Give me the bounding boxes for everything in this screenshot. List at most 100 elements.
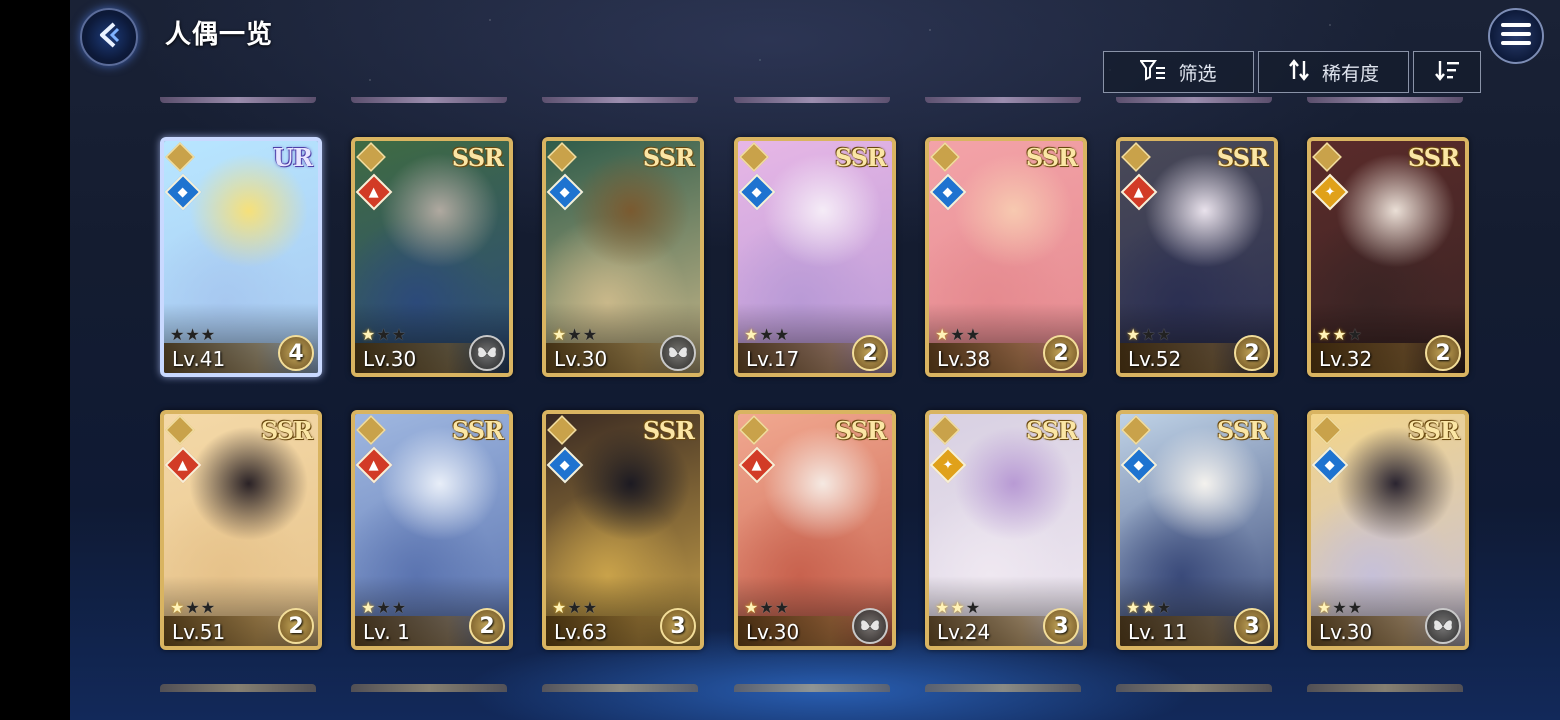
filter-label: 筛选 <box>1178 62 1217 85</box>
star-icon: ★ <box>965 598 982 617</box>
star-icon: ★ <box>965 325 982 344</box>
doll-card[interactable]: SSR ✦ ★★★ Lv.32 2 <box>1307 137 1469 377</box>
rarity-label: SSR <box>1216 416 1269 445</box>
star-icon: ★ <box>759 325 775 344</box>
partial-card-above <box>925 97 1081 103</box>
level-label: Lv.30 <box>746 620 800 644</box>
level-label: Lv.17 <box>746 347 800 371</box>
partial-card-above <box>734 97 890 103</box>
star-rating: ★★★ <box>744 598 790 617</box>
rarity-label: SSR <box>1216 143 1269 172</box>
level-label: Lv.32 <box>1319 347 1373 371</box>
awaken-count-badge: 3 <box>660 608 696 644</box>
star-icon: ★ <box>185 325 201 344</box>
star-icon: ★ <box>567 598 583 617</box>
star-icon: ★ <box>774 325 791 344</box>
awaken-count-badge: 3 <box>1043 608 1079 644</box>
rarity-sort-button[interactable]: 稀有度 <box>1258 51 1409 93</box>
star-icon: ★ <box>935 325 951 344</box>
partial-card-below <box>351 684 507 692</box>
level-label: Lv.30 <box>554 347 608 371</box>
star-rating: ★★★ <box>361 598 407 617</box>
star-icon: ★ <box>1347 325 1364 344</box>
level-label: Lv.51 <box>172 620 226 644</box>
back-button[interactable] <box>80 8 138 66</box>
star-rating: ★★★ <box>1126 325 1172 344</box>
star-icon: ★ <box>567 325 583 344</box>
awaken-count-badge: 2 <box>278 608 314 644</box>
menu-button[interactable] <box>1488 8 1544 64</box>
star-icon: ★ <box>391 598 408 617</box>
star-icon: ★ <box>391 325 408 344</box>
star-rating: ★★★ <box>1317 325 1363 344</box>
rarity-sort-label: 稀有度 <box>1321 62 1379 85</box>
doll-card[interactable]: SSR ▲ ★★★ Lv.51 2 <box>160 410 322 650</box>
partial-card-below <box>542 684 698 692</box>
filter-icon <box>1139 59 1166 86</box>
partial-card-below <box>925 684 1081 692</box>
level-label: Lv.38 <box>937 347 991 371</box>
star-icon: ★ <box>950 325 966 344</box>
doll-card[interactable]: SSR ✦ ★★★ Lv.24 3 <box>925 410 1087 650</box>
butterfly-emblem-icon <box>660 335 696 371</box>
level-label: Lv.30 <box>363 347 417 371</box>
star-icon: ★ <box>1317 598 1333 617</box>
star-rating: ★★★ <box>361 325 407 344</box>
butterfly-emblem-icon <box>852 608 888 644</box>
star-icon: ★ <box>200 325 217 344</box>
star-icon: ★ <box>552 598 568 617</box>
sort-order-button[interactable] <box>1413 51 1481 93</box>
left-black-bar <box>0 0 70 720</box>
star-icon: ★ <box>1347 598 1364 617</box>
star-icon: ★ <box>1141 598 1157 617</box>
star-icon: ★ <box>1332 325 1348 344</box>
star-rating: ★★★ <box>935 598 981 617</box>
star-rating: ★★★ <box>552 598 598 617</box>
doll-card[interactable]: SSR ◆ ★★★ Lv.30 <box>1307 410 1469 650</box>
rarity-label: SSR <box>1407 416 1460 445</box>
level-label: Lv.41 <box>172 347 226 371</box>
doll-card[interactable]: SSR ▲ ★★★ Lv.30 <box>351 137 513 377</box>
doll-card[interactable]: SSR ▲ ★★★ Lv.30 <box>734 410 896 650</box>
partial-card-below <box>734 684 890 692</box>
level-label: Lv.24 <box>937 620 991 644</box>
awaken-count-badge: 3 <box>1234 608 1270 644</box>
sort-descending-icon <box>1434 59 1460 86</box>
star-icon: ★ <box>935 598 951 617</box>
rarity-label: SSR <box>834 416 887 445</box>
doll-card[interactable]: SSR ▲ ★★★ Lv. 12 <box>351 410 513 650</box>
doll-card[interactable]: SSR ◆ ★★★ Lv.38 2 <box>925 137 1087 377</box>
star-icon: ★ <box>1156 598 1173 617</box>
star-rating: ★★★ <box>1126 598 1172 617</box>
doll-card[interactable]: SSR ◆ ★★★ Lv.63 3 <box>542 410 704 650</box>
star-icon: ★ <box>1141 325 1157 344</box>
doll-card[interactable]: SSR ◆ ★★★ Lv. 11 3 <box>1116 410 1278 650</box>
partial-card-above <box>351 97 507 103</box>
doll-card[interactable]: SSR ◆ ★★★ Lv.30 <box>542 137 704 377</box>
partial-card-below <box>1116 684 1272 692</box>
doll-card[interactable]: UR ◆ ★★★ Lv.41 4 <box>160 137 322 377</box>
rarity-label: SSR <box>642 143 695 172</box>
star-icon: ★ <box>170 325 186 344</box>
star-icon: ★ <box>1317 325 1333 344</box>
star-icon: ★ <box>376 598 392 617</box>
rarity-label: SSR <box>451 143 504 172</box>
doll-card[interactable]: SSR ▲ ★★★ Lv.52 2 <box>1116 137 1278 377</box>
filter-button[interactable]: 筛选 <box>1103 51 1254 93</box>
rarity-label: SSR <box>1025 416 1078 445</box>
partial-card-below <box>1307 684 1463 692</box>
level-label: Lv. 1 <box>363 620 410 644</box>
star-icon: ★ <box>552 325 568 344</box>
star-icon: ★ <box>759 598 775 617</box>
star-rating: ★★★ <box>170 325 216 344</box>
butterfly-emblem-icon <box>1425 608 1461 644</box>
star-icon: ★ <box>361 598 377 617</box>
star-icon: ★ <box>744 598 760 617</box>
awaken-count-badge: 2 <box>1425 335 1461 371</box>
partial-card-below <box>160 684 316 692</box>
star-rating: ★★★ <box>170 598 216 617</box>
rarity-label: SSR <box>1407 143 1460 172</box>
star-icon: ★ <box>1156 325 1173 344</box>
star-icon: ★ <box>200 598 217 617</box>
doll-card[interactable]: SSR ◆ ★★★ Lv.17 2 <box>734 137 896 377</box>
